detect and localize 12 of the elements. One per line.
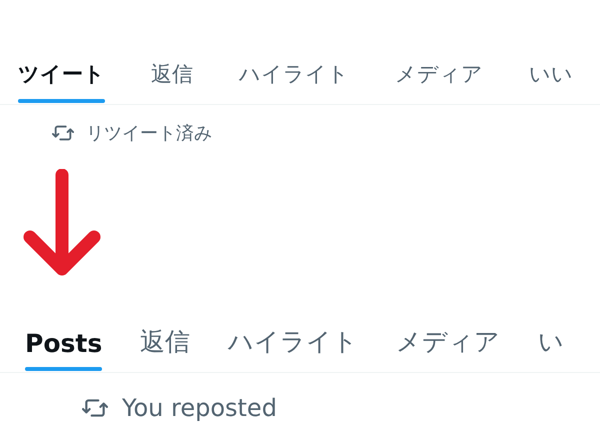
repost-label: You reposted	[122, 394, 277, 422]
repost-label: リツイート済み	[86, 122, 212, 145]
profile-tab[interactable]: いい	[529, 60, 573, 104]
profile-tab[interactable]: メディア	[396, 325, 500, 372]
profile-tab[interactable]: ハイライト	[239, 60, 349, 104]
profile-tab[interactable]: メディア	[395, 60, 483, 104]
profile-tab[interactable]: 返信	[140, 325, 190, 372]
profile-tab[interactable]: Posts	[25, 329, 102, 372]
profile-tab[interactable]: 返信	[151, 60, 193, 104]
profile-tab[interactable]: い	[538, 325, 564, 372]
profile-tab[interactable]: ハイライト	[228, 325, 358, 372]
profile-tab[interactable]: ツイート	[18, 60, 105, 104]
